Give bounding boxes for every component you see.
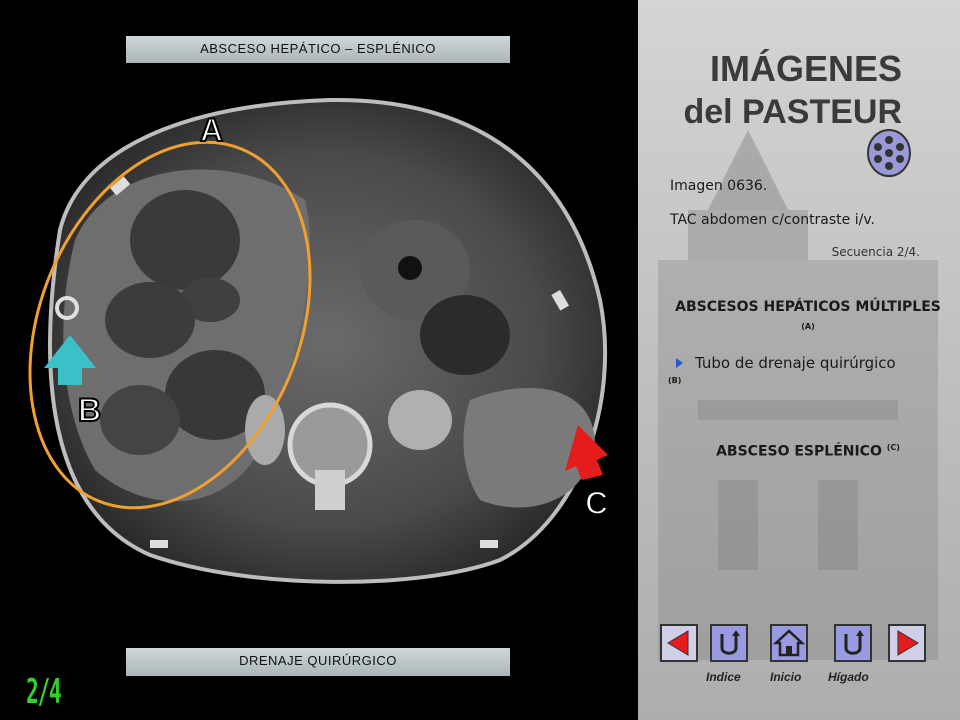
index-button[interactable]: [710, 624, 748, 662]
finding-heading-liver: ABSCESOS HEPÁTICOS MÚLTIPLES (A): [668, 298, 948, 341]
finding-heading-spleen-text: ABSCESO ESPLÉNICO: [716, 443, 882, 460]
bullet-drainage-sup: (B): [668, 376, 682, 385]
liver-button[interactable]: [834, 624, 872, 662]
nav-label-home[interactable]: Inicio: [770, 670, 801, 684]
sequence-mark: 2/4: [26, 672, 62, 712]
bullet-drainage-text: Tubo de drenaje quirúrgico: [695, 354, 896, 372]
top-banner: ABSCESO HEPÁTICO – ESPLÉNICO: [126, 36, 510, 63]
image-number: Imagen 0636.: [670, 178, 768, 194]
brand-title-line2: del PASTEUR: [683, 93, 902, 131]
prev-button[interactable]: [660, 624, 698, 662]
return-icon: [844, 630, 864, 655]
ct-scan-image: [28, 97, 608, 584]
home-icon: [772, 629, 806, 657]
label-c: C: [584, 484, 609, 522]
label-a: A: [199, 111, 224, 149]
nav-label-liver[interactable]: Hígado: [828, 670, 869, 684]
nav-label-index[interactable]: Indice: [706, 670, 741, 684]
next-button[interactable]: [888, 624, 926, 662]
finding-heading-liver-text: ABSCESOS HEPÁTICOS MÚLTIPLES: [675, 299, 941, 315]
prev-triangle-icon: [667, 630, 689, 656]
next-triangle-icon: [897, 630, 919, 656]
bullet-triangle-icon: [676, 358, 683, 368]
finding-heading-spleen: ABSCESO ESPLÉNICO (C): [668, 443, 948, 460]
label-b: B: [77, 391, 102, 429]
image-panel: ABSCESO HEPÁTICO – ESPLÉNICO DRENAJE QUI…: [0, 0, 638, 720]
return-icon: [720, 630, 740, 655]
bullet-drainage: Tubo de drenaje quirúrgico: [676, 354, 896, 372]
sequence-text: Secuencia 2/4.: [831, 245, 920, 259]
finding-heading-spleen-sup: (C): [886, 443, 900, 452]
finding-heading-liver-sup: (A): [801, 322, 815, 331]
study-description: TAC abdomen c/contraste i/v.: [670, 212, 875, 228]
brand-title-line1: IMÁGENES: [709, 48, 902, 89]
bottom-banner: DRENAJE QUIRÚRGICO: [126, 648, 510, 676]
film-reel-logo-icon: [867, 129, 911, 177]
home-button[interactable]: [770, 624, 808, 662]
info-panel: IMÁGENES del PASTEUR Imagen 0636. TAC ab…: [638, 0, 960, 720]
